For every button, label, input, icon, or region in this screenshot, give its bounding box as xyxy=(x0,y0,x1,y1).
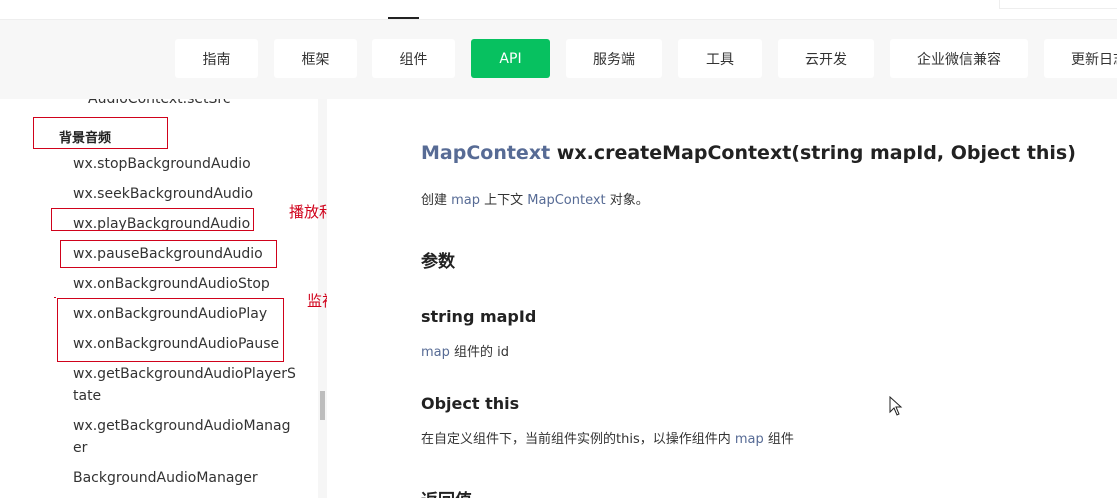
sidebar-item-on-bg-audio-stop[interactable]: wx.onBackgroundAudioStop xyxy=(73,273,270,295)
param-this-text-1: 在自定义组件下，当前组件实例的this，以操作组件内 xyxy=(421,432,735,447)
top-right-box xyxy=(999,0,1117,9)
top-tab-active-indicator xyxy=(388,17,419,19)
sidebar-item-get-bg-audio-manager-wrap[interactable]: er xyxy=(73,437,87,459)
main-content: MapContext wx.createMapContext(string ma… xyxy=(327,99,1117,498)
nav-tab-tools[interactable]: 工具 xyxy=(678,39,762,78)
sidebar-item-get-bg-audio-manager[interactable]: wx.getBackgroundAudioManag xyxy=(73,415,291,437)
param-this-text-2: 组件 xyxy=(763,432,794,447)
params-heading: 参数 xyxy=(421,252,455,272)
sidebar-scrollbar-thumb[interactable] xyxy=(320,391,325,420)
param-this-map-link[interactable]: map xyxy=(735,432,764,447)
desc-text-1: 创建 xyxy=(421,193,452,208)
nav-tab-server[interactable]: 服务端 xyxy=(566,39,662,78)
sidebar-item-audiocontext-setsrc[interactable]: AudioContext.setSrc xyxy=(88,99,231,110)
top-nav-bar: 指南 框架 组件 API 服务端 工具 云开发 企业微信兼容 更新日志 xyxy=(0,20,1117,99)
sidebar-item-bg-audio-manager[interactable]: BackgroundAudioManager xyxy=(73,467,258,489)
nav-tab-framework[interactable]: 框架 xyxy=(274,39,357,78)
api-title-link[interactable]: MapContext xyxy=(421,142,550,164)
sidebar-item-get-bg-audio-player-state-wrap[interactable]: tate xyxy=(73,385,101,407)
annotation-box-play xyxy=(51,208,254,231)
param-this-heading: Object this xyxy=(421,394,520,413)
param-mapid-text: 组件的 id xyxy=(449,345,510,360)
annotation-mark xyxy=(54,297,56,298)
sidebar-item-seek-bg-audio[interactable]: wx.seekBackgroundAudio xyxy=(73,183,253,205)
sidebar-item-get-bg-audio-player-state[interactable]: wx.getBackgroundAudioPlayerS xyxy=(73,363,296,385)
annotation-box-section xyxy=(33,117,168,149)
param-this-desc: 在自定义组件下，当前组件实例的this，以操作组件内 map 组件 xyxy=(421,428,794,447)
param-mapid-map-link[interactable]: map xyxy=(421,345,450,360)
annotation-box-pause xyxy=(60,240,277,268)
top-strip xyxy=(0,0,1117,20)
nav-tab-cloud[interactable]: 云开发 xyxy=(778,39,874,78)
annotation-box-listeners xyxy=(57,298,284,362)
api-title: MapContext wx.createMapContext(string ma… xyxy=(421,142,1076,164)
api-title-signature: wx.createMapContext(string mapId, Object… xyxy=(550,142,1076,164)
param-mapid-heading: string mapId xyxy=(421,307,537,326)
desc-mapcontext-link[interactable]: MapContext xyxy=(527,193,605,208)
nav-tab-changelog[interactable]: 更新日志 xyxy=(1044,39,1117,78)
desc-map-link[interactable]: map xyxy=(451,193,480,208)
api-description: 创建 map 上下文 MapContext 对象。 xyxy=(421,189,649,208)
desc-text-3: 对象。 xyxy=(605,193,649,208)
nav-tab-components[interactable]: 组件 xyxy=(372,39,455,78)
mouse-cursor-icon xyxy=(889,396,903,416)
return-heading: 返回值 xyxy=(421,486,472,498)
nav-tab-guide[interactable]: 指南 xyxy=(175,39,258,78)
sidebar-item-stop-bg-audio[interactable]: wx.stopBackgroundAudio xyxy=(73,153,251,175)
param-mapid-desc: map 组件的 id xyxy=(421,341,509,360)
nav-tab-api[interactable]: API xyxy=(471,39,550,78)
desc-text-2: 上下文 xyxy=(480,193,528,208)
nav-tab-wecom-compat[interactable]: 企业微信兼容 xyxy=(890,39,1028,78)
